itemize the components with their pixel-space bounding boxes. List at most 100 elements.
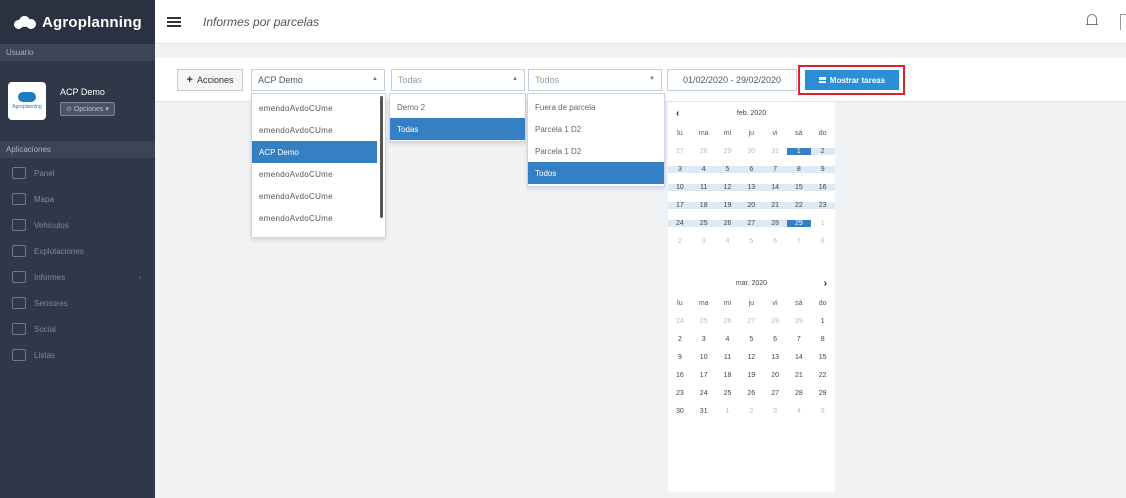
day-cell[interactable]: 1 (716, 408, 740, 415)
day-cell[interactable]: 3 (763, 408, 787, 415)
actions-button[interactable]: + Acciones (177, 69, 243, 91)
day-cell[interactable]: 25 (692, 318, 716, 325)
sidebar-item-listas[interactable]: Listas (0, 342, 155, 368)
day-cell[interactable]: 11 (716, 354, 740, 361)
day-cell[interactable]: 8 (786, 165, 811, 173)
day-cell[interactable]: 23 (810, 201, 835, 209)
day-cell[interactable]: 28 (692, 148, 716, 155)
parcel-select[interactable]: Todos ▼ (528, 69, 662, 91)
farm-select[interactable]: Todas ▲ (391, 69, 525, 91)
day-cell[interactable]: 2 (810, 147, 835, 155)
day-cell[interactable]: 6 (763, 238, 787, 245)
day-cell[interactable]: 2 (668, 238, 692, 245)
day-cell[interactable]: 17 (668, 201, 692, 209)
list-item[interactable]: emendoAvdoCUme (252, 119, 385, 141)
day-cell[interactable]: 29 (787, 318, 811, 325)
day-cell[interactable]: 17 (692, 372, 716, 379)
day-cell[interactable]: 28 (763, 318, 787, 325)
sidebar-item-informes[interactable]: Informes › (0, 264, 155, 290)
day-cell[interactable]: 18 (691, 201, 716, 209)
day-cell[interactable]: 6 (763, 336, 787, 343)
day-cell[interactable]: 27 (763, 390, 787, 397)
day-cell[interactable]: 5 (739, 336, 763, 343)
list-item[interactable]: emendoAvdoCUme (252, 207, 385, 229)
day-cell[interactable]: 24 (692, 390, 716, 397)
day-cell[interactable]: 20 (739, 201, 764, 209)
day-cell[interactable]: 10 (692, 354, 716, 361)
day-cell[interactable]: 26 (716, 318, 740, 325)
day-cell[interactable]: 16 (810, 183, 835, 191)
day-cell[interactable]: 6 (739, 165, 764, 173)
day-cell[interactable]: 29 (786, 219, 811, 227)
day-cell[interactable]: 19 (739, 372, 763, 379)
day-cell[interactable]: 1 (811, 318, 835, 325)
day-cell[interactable]: 15 (811, 354, 835, 361)
day-cell[interactable]: 4 (787, 408, 811, 415)
day-cell[interactable]: 15 (786, 183, 811, 191)
day-cell[interactable]: 22 (786, 201, 811, 209)
day-cell[interactable]: 4 (716, 336, 740, 343)
day-cell[interactable]: 28 (763, 219, 787, 227)
day-cell[interactable]: 21 (763, 201, 787, 209)
day-cell[interactable]: 21 (787, 372, 811, 379)
day-cell[interactable]: 3 (692, 238, 716, 245)
list-item[interactable]: Parcela 1 D2 (528, 140, 664, 162)
date-range-input[interactable]: 01/02/2020 - 29/02/2020 (667, 69, 797, 91)
list-item[interactable]: emendoAvdoCUme (252, 97, 385, 119)
client-select[interactable]: ACP Demo ▲ (251, 69, 385, 91)
day-cell[interactable]: 7 (763, 165, 787, 173)
day-cell[interactable]: 10 (668, 183, 692, 191)
day-cell[interactable]: 23 (668, 390, 692, 397)
day-cell[interactable]: 29 (716, 148, 740, 155)
day-cell[interactable]: 2 (668, 336, 692, 343)
day-cell[interactable]: 27 (668, 148, 692, 155)
brand[interactable]: Agroplanning (0, 0, 155, 44)
list-item[interactable]: Demo 2 (390, 96, 525, 118)
day-cell[interactable]: 16 (668, 372, 692, 379)
day-cell[interactable]: 13 (739, 183, 764, 191)
day-cell[interactable]: 11 (691, 183, 716, 191)
chevron-right-icon[interactable]: › (824, 278, 827, 289)
list-item-selected[interactable]: Todas (390, 118, 525, 140)
day-cell[interactable]: 4 (691, 165, 716, 173)
day-cell[interactable]: 5 (811, 408, 835, 415)
scrollbar[interactable] (380, 96, 383, 218)
day-cell[interactable]: 7 (787, 238, 811, 245)
day-cell[interactable]: 9 (810, 165, 835, 173)
options-button[interactable]: ⊙ Opciones ▾ (60, 101, 115, 116)
day-cell[interactable]: 19 (715, 201, 740, 209)
day-cell[interactable]: 12 (715, 183, 740, 191)
list-item[interactable]: emendoAvdoCUme (252, 185, 385, 207)
sidebar-item-social[interactable]: Social (0, 316, 155, 342)
day-cell[interactable]: 29 (811, 390, 835, 397)
day-cell[interactable]: 5 (739, 238, 763, 245)
day-cell[interactable]: 8 (811, 336, 835, 343)
day-cell[interactable]: 4 (716, 238, 740, 245)
sidebar-item-vehiculos[interactable]: Vehículos (0, 212, 155, 238)
day-cell[interactable]: 13 (763, 354, 787, 361)
day-cell[interactable]: 30 (739, 148, 763, 155)
day-cell[interactable]: 26 (739, 390, 763, 397)
list-item-selected[interactable]: ACP Demo (252, 141, 377, 163)
day-cell[interactable]: 22 (811, 372, 835, 379)
day-cell[interactable]: 5 (715, 165, 740, 173)
sidebar-item-panel[interactable]: Panel (0, 160, 155, 186)
day-cell[interactable]: 12 (739, 354, 763, 361)
bell-icon[interactable] (1086, 14, 1098, 27)
day-cell[interactable]: 8 (811, 238, 835, 245)
day-cell[interactable]: 30 (668, 408, 692, 415)
day-cell[interactable]: 7 (787, 336, 811, 343)
day-cell[interactable]: 20 (763, 372, 787, 379)
sidebar-item-sensores[interactable]: Sensores (0, 290, 155, 316)
day-cell[interactable]: 24 (668, 219, 692, 227)
list-item[interactable]: Parcela 1 D2 (528, 118, 664, 140)
day-cell[interactable]: 24 (668, 318, 692, 325)
day-cell[interactable]: 27 (739, 219, 764, 227)
day-cell[interactable]: 27 (739, 318, 763, 325)
sidebar-item-explotaciones[interactable]: Explotaciones (0, 238, 155, 264)
day-cell[interactable]: 14 (763, 183, 787, 191)
day-cell[interactable]: 31 (763, 148, 787, 155)
chevron-left-icon[interactable]: ‹ (676, 108, 679, 119)
day-cell[interactable]: 2 (739, 408, 763, 415)
list-item[interactable]: Fuera de parcela (528, 96, 664, 118)
